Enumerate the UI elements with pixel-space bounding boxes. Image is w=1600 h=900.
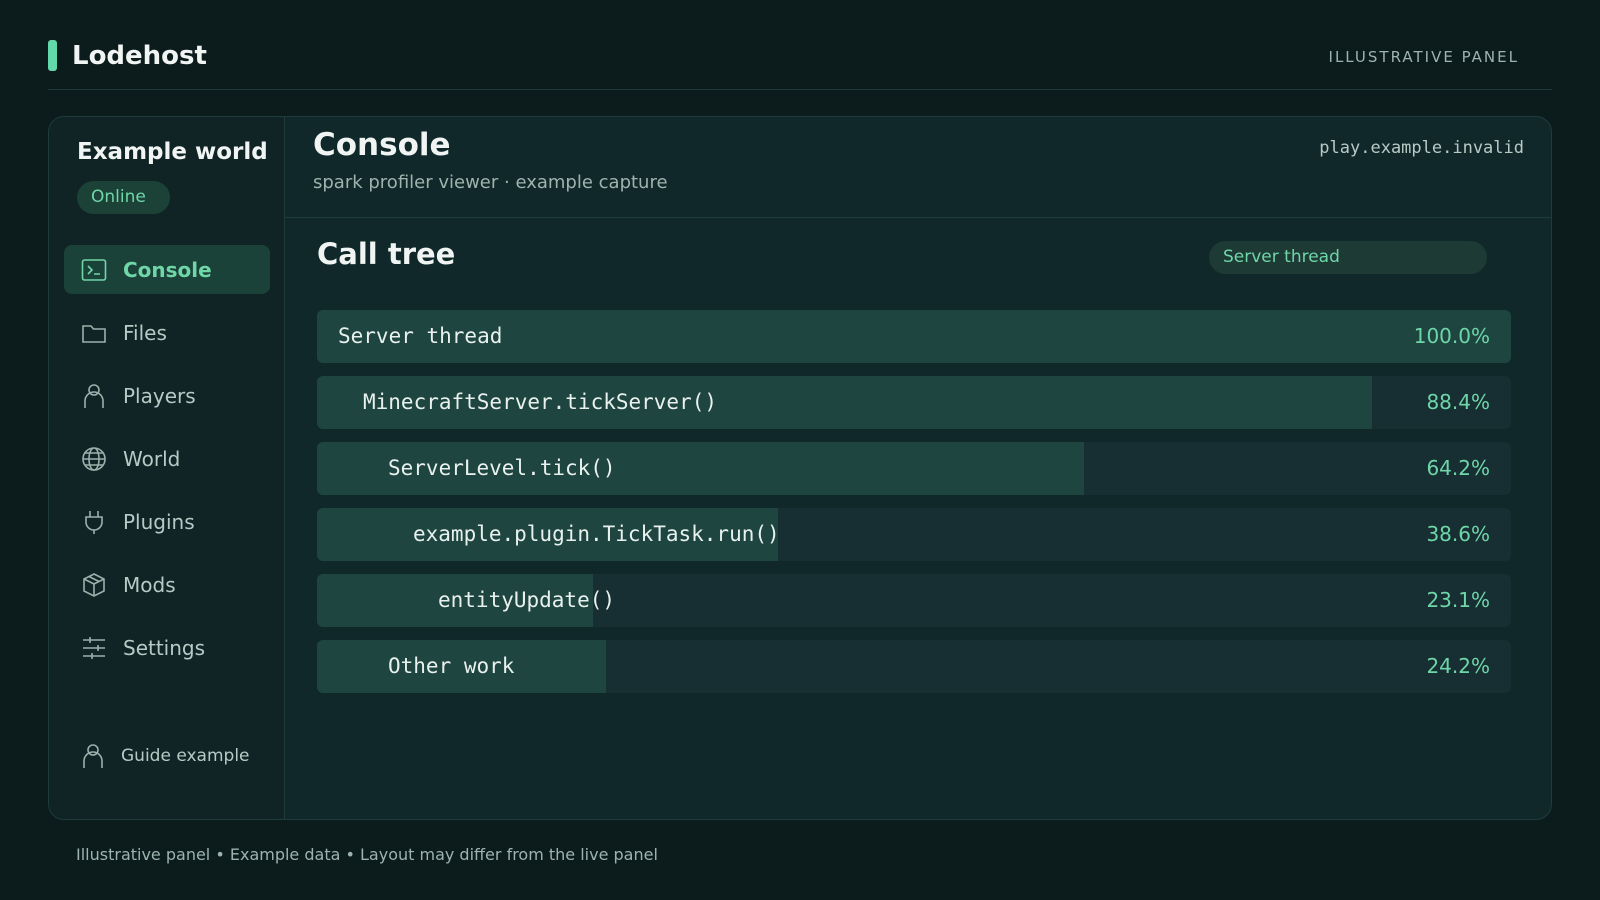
sidebar-nav: Console Files Players World Plugins Mods… <box>64 245 270 686</box>
call-tree-row[interactable]: Other work 24.2% <box>317 640 1511 693</box>
sidebar-item-world[interactable]: World <box>64 434 270 483</box>
server-panel: Example world Online Console Files Playe… <box>48 116 1552 820</box>
sidebar-item-label: Plugins <box>123 509 195 534</box>
call-tree-title: Call tree <box>317 237 456 271</box>
row-percent: 23.1% <box>1426 588 1490 612</box>
folder-icon <box>81 320 107 346</box>
call-tree: Server thread 100.0% MinecraftServer.tickS… <box>317 310 1511 706</box>
row-label: entityUpdate() <box>438 588 616 612</box>
sidebar-item-plugins[interactable]: Plugins <box>64 497 270 546</box>
call-tree-row[interactable]: example.plugin.TickTask.run() 38.6% <box>317 508 1511 561</box>
row-percent: 38.6% <box>1426 522 1490 546</box>
brand-name: Lodehost <box>72 40 207 71</box>
row-label: example.plugin.TickTask.run() <box>413 522 780 546</box>
sidebar-item-settings[interactable]: Settings <box>64 623 270 672</box>
sidebar-item-label: Mods <box>123 572 176 597</box>
row-label: ServerLevel.tick() <box>388 456 616 480</box>
status-badge: Online <box>77 181 170 214</box>
row-label: Server thread <box>338 324 503 348</box>
call-tree-row[interactable]: ServerLevel.tick() 64.2% <box>317 442 1511 495</box>
call-tree-row[interactable]: entityUpdate() 23.1% <box>317 574 1511 627</box>
row-percent: 88.4% <box>1426 390 1490 414</box>
guide-label: Guide example <box>121 746 250 766</box>
call-tree-row[interactable]: MinecraftServer.tickServer() 88.4% <box>317 376 1511 429</box>
user-icon <box>83 744 103 768</box>
footer-note: Illustrative panel • Example data • Layo… <box>76 845 658 864</box>
row-percent: 64.2% <box>1426 456 1490 480</box>
sidebar-item-mods[interactable]: Mods <box>64 560 270 609</box>
main-header: Console spark profiler viewer · example … <box>285 117 1551 218</box>
plug-icon <box>81 509 107 535</box>
page-title: Console <box>313 127 451 163</box>
brand-logo-mark <box>48 40 57 71</box>
sidebar: Example world Online Console Files Playe… <box>49 117 285 819</box>
globe-icon <box>81 446 107 472</box>
sidebar-item-label: Settings <box>123 635 206 660</box>
user-icon <box>81 383 107 409</box>
world-name: Example world <box>77 139 268 165</box>
page-subtitle: spark profiler viewer · example capture <box>313 172 668 193</box>
top-bar: Lodehost ILLUSTRATIVE PANEL <box>48 40 1552 90</box>
guide-user[interactable]: Guide example <box>81 743 250 769</box>
server-address[interactable]: play.example.invalid <box>1319 138 1524 158</box>
brand[interactable]: Lodehost <box>48 40 207 71</box>
sidebar-item-label: Files <box>123 320 167 345</box>
sidebar-item-files[interactable]: Files <box>64 308 270 357</box>
row-percent: 100.0% <box>1413 324 1490 348</box>
sliders-icon <box>81 635 107 661</box>
thread-select[interactable]: Server thread <box>1209 241 1487 274</box>
main-content: Console spark profiler viewer · example … <box>285 117 1551 819</box>
call-tree-row[interactable]: Server thread 100.0% <box>317 310 1511 363</box>
sidebar-item-label: World <box>123 446 181 471</box>
sidebar-item-console[interactable]: Console <box>64 245 270 294</box>
sidebar-item-label: Players <box>123 383 196 408</box>
row-percent: 24.2% <box>1426 654 1490 678</box>
sidebar-item-label: Console <box>123 257 212 282</box>
row-label: MinecraftServer.tickServer() <box>363 390 718 414</box>
sidebar-item-players[interactable]: Players <box>64 371 270 420</box>
row-label: Other work <box>388 654 515 678</box>
panel-tag: ILLUSTRATIVE PANEL <box>1328 48 1519 66</box>
terminal-icon <box>81 257 107 283</box>
box-icon <box>81 572 107 598</box>
